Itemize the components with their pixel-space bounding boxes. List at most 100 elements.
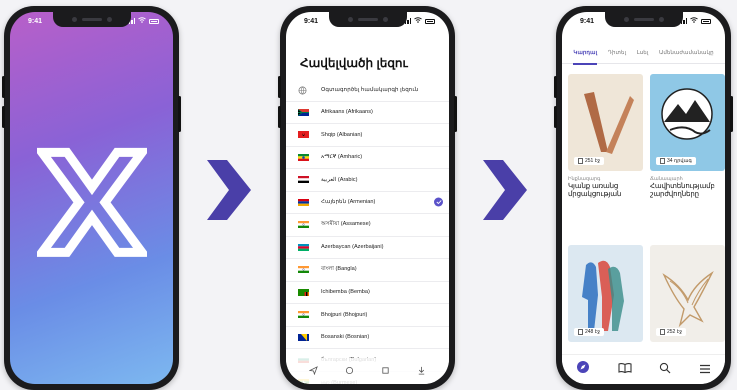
book-card[interactable]: 248 էջ (568, 245, 643, 342)
language-option[interactable]: বাংলা (Bangla) (286, 259, 449, 282)
phone-library: 9:41 Կարդալ Դիտել Լսել Ամենաժամանակը 251… (554, 6, 733, 390)
language-label: অসমীয়া (Assamese) (321, 221, 371, 228)
library-screen: 9:41 Կարդալ Դիտել Լսել Ամենաժամանակը 251… (562, 12, 725, 384)
book-cover: 252 էջ (650, 245, 725, 342)
circle-icon[interactable] (345, 362, 354, 380)
language-list: Օգտագործել համակարգի լեզուն Afrikaans (Af… (286, 79, 449, 384)
bottom-nav (286, 358, 449, 384)
book-card[interactable]: 252 էջ (650, 245, 725, 342)
document-icon (578, 329, 583, 335)
language-option[interactable]: Հայերեն (Armenian) (286, 192, 449, 214)
globe-icon (298, 86, 309, 95)
language-option[interactable]: Azerbaycan (Azerbaijani) (286, 237, 449, 259)
book-cover: 251 էջ (568, 74, 643, 171)
language-label: አማርኛ (Amharic) (321, 153, 363, 160)
language-label: Bhojpuri (Bhojpuri) (321, 311, 368, 318)
page-count: 248 էջ (585, 329, 601, 335)
language-screen: 9:41 Հավելվածի լեզու Օգտագործել համակարգ… (286, 12, 449, 384)
language-label: Օգտագործել համակարգի լեզուն (321, 86, 419, 93)
flag-albania-icon (298, 131, 309, 139)
language-option[interactable]: অসমীয়া (Assamese) (286, 214, 449, 237)
language-option[interactable]: አማርኛ (Amharic) (286, 147, 449, 169)
document-icon (660, 158, 665, 164)
search-icon[interactable] (659, 361, 671, 379)
language-label: Shqip (Albanian) (321, 131, 363, 138)
bottom-nav (562, 354, 725, 384)
tab-watch[interactable]: Դիտել (608, 48, 626, 63)
language-option[interactable]: Shqip (Albanian) (286, 124, 449, 147)
language-label: Հայերեն (Armenian) (321, 199, 376, 206)
page-count-badge: 252 էջ (656, 328, 687, 336)
check-icon (434, 197, 443, 207)
flag-south-africa-icon (298, 108, 309, 116)
page-count: 252 էջ (667, 329, 683, 335)
battery-icon (149, 18, 159, 24)
chevron-right-icon (207, 160, 251, 220)
app-logo-icon (36, 147, 147, 257)
language-label: Azerbaycan (Azerbaijani) (321, 244, 384, 251)
tab-read[interactable]: Կարդալ (573, 48, 597, 65)
volume-button (2, 106, 5, 128)
page-count: 251 էջ (585, 158, 601, 164)
volume-button (554, 106, 557, 128)
flag-ethiopia-icon (298, 153, 309, 161)
flag-india-icon (298, 221, 309, 229)
book-cover: 34 դրվագ (650, 74, 725, 171)
battery-icon (701, 18, 711, 24)
book-category: Ինքնազարգ (568, 176, 601, 182)
status-time: 9:41 (580, 17, 595, 25)
language-option[interactable]: Օգտագործել համակարգի լեզուն (286, 79, 449, 102)
flag-egypt-icon (298, 176, 309, 184)
language-label: العربية (Arabic) (321, 176, 358, 183)
document-icon (660, 329, 665, 335)
tab-all[interactable]: Ամենաժամանակը (659, 48, 714, 63)
book-card[interactable]: 34 դրվագ Ճանապարհ Հավիտենությամբ շարժվող… (650, 74, 725, 200)
book-cover: 248 էջ (568, 245, 643, 342)
page-count: 34 դրվագ (667, 158, 692, 164)
flag-azerbaijan-icon (298, 243, 309, 251)
language-option[interactable]: Bosanski (Bosnian) (286, 327, 449, 349)
compass-icon[interactable] (576, 360, 590, 379)
book-category: Ճանապարհ (650, 176, 683, 182)
language-option[interactable]: العربية (Arabic) (286, 169, 449, 192)
power-button (178, 96, 181, 132)
book-title: Կյանք առանց մրցակցության (568, 183, 622, 199)
language-option[interactable]: Ichibemba (Bemba) (286, 282, 449, 304)
menu-icon[interactable] (699, 361, 711, 379)
flag-india-icon (298, 266, 309, 274)
language-label: বাংলা (Bangla) (321, 266, 357, 273)
page-count-badge: 248 էջ (574, 328, 605, 336)
book-card[interactable]: 251 էջ Ինքնազարգ Կյանք առանց մրցակցությա… (568, 74, 643, 200)
page-count-badge: 251 էջ (574, 157, 605, 165)
language-option[interactable]: Bhojpuri (Bhojpuri) (286, 304, 449, 327)
flag-bosnia-icon (298, 333, 309, 341)
wifi-icon (138, 17, 146, 25)
volume-button (278, 106, 281, 128)
volume-button (278, 76, 281, 98)
language-option[interactable]: Afrikaans (Afrikaans) (286, 102, 449, 124)
tab-listen[interactable]: Լսել (637, 48, 649, 63)
flag-zambia-icon (298, 288, 309, 296)
download-icon[interactable] (417, 362, 426, 380)
status-time: 9:41 (28, 17, 43, 25)
send-icon[interactable] (308, 362, 319, 380)
battery-icon (425, 18, 435, 24)
flag-armenia-icon (298, 198, 309, 206)
tab-bar: Կարդալ Դիտել Լսել Ամենաժամանակը (562, 48, 725, 65)
status-time: 9:41 (304, 17, 319, 25)
phone-language: 9:41 Հավելվածի լեզու Օգտագործել համակարգ… (278, 6, 457, 390)
square-icon[interactable] (381, 362, 390, 380)
language-label: Ichibemba (Bemba) (321, 289, 370, 296)
chevron-right-icon (483, 160, 527, 220)
document-icon (578, 158, 583, 164)
notch (52, 12, 131, 27)
book-icon[interactable] (618, 361, 632, 379)
flag-india-icon (298, 311, 309, 319)
book-title: Հավիտենությամբ շարժվողները (650, 183, 715, 199)
wifi-icon (414, 17, 422, 25)
episode-count-badge: 34 դրվագ (656, 157, 696, 165)
volume-button (554, 76, 557, 98)
wifi-icon (690, 17, 698, 25)
power-button (454, 96, 457, 132)
splash-screen: 9:41 (10, 12, 173, 384)
